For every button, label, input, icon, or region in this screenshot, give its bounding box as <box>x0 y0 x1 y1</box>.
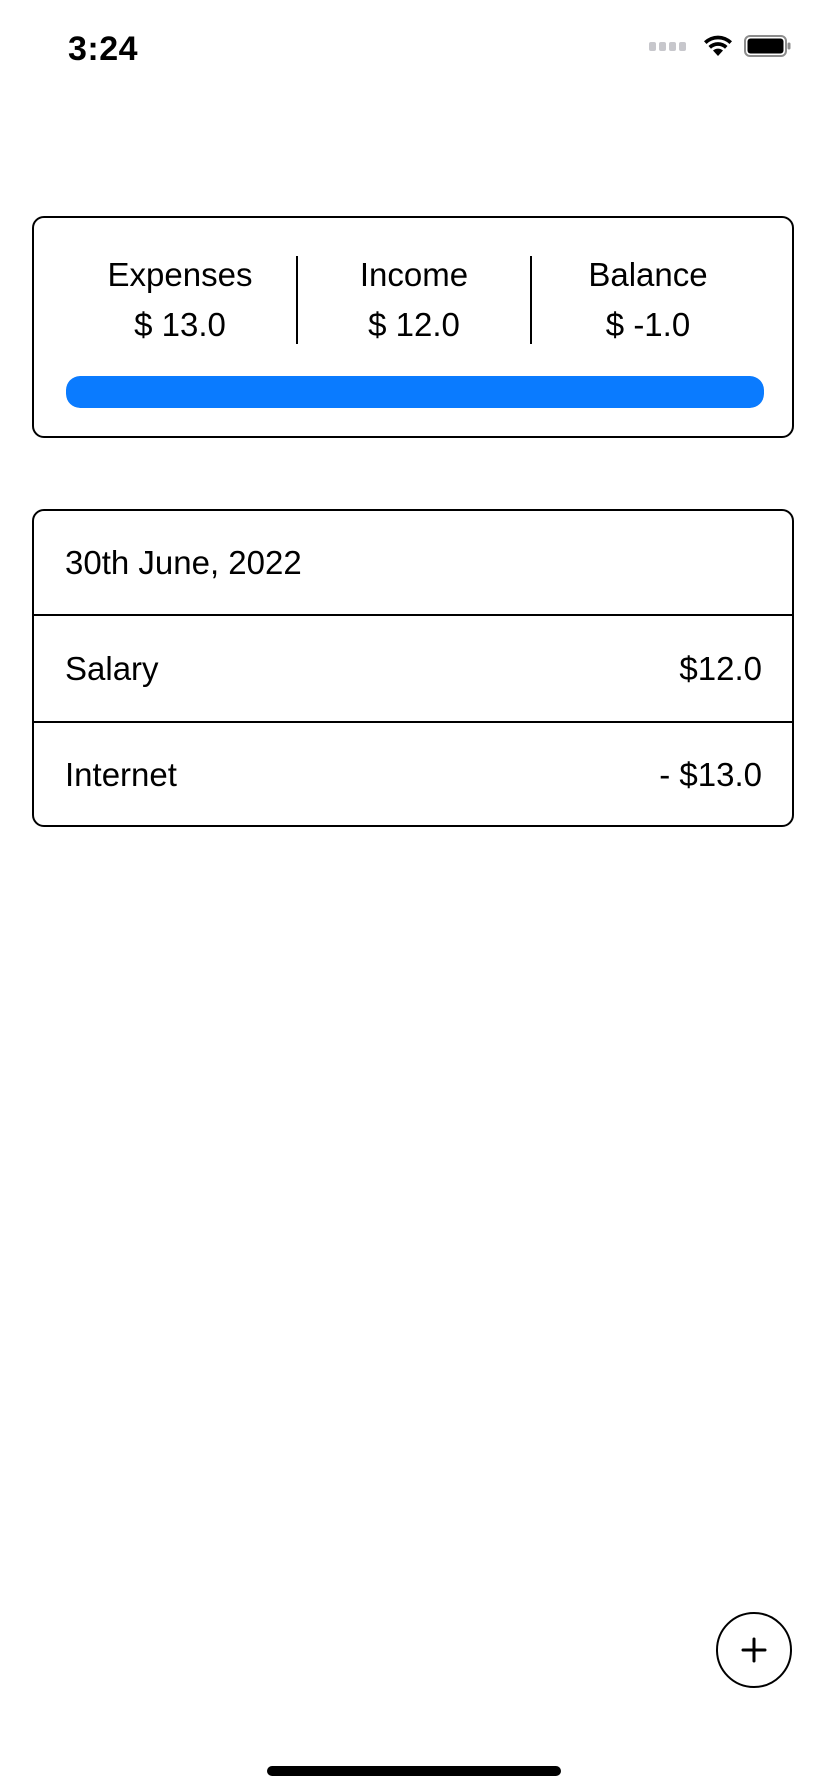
budget-progress-fill <box>66 376 764 408</box>
expenses-summary: Expenses $ 13.0 <box>64 256 296 344</box>
status-icons <box>649 34 792 58</box>
add-transaction-button[interactable] <box>716 1612 792 1688</box>
income-summary: Income $ 12.0 <box>298 256 530 344</box>
balance-summary: Balance $ -1.0 <box>532 256 764 344</box>
summary-columns: Expenses $ 13.0 Income $ 12.0 Balance $ … <box>64 256 764 344</box>
status-bar: 3:24 <box>0 0 828 100</box>
summary-card: Expenses $ 13.0 Income $ 12.0 Balance $ … <box>32 216 794 438</box>
transaction-row[interactable]: Salary $12.0 <box>34 616 792 721</box>
cellular-signal-icon <box>649 41 686 51</box>
wifi-icon <box>704 35 732 56</box>
battery-icon <box>744 35 791 57</box>
home-indicator <box>267 1766 561 1776</box>
expenses-label: Expenses <box>107 256 253 293</box>
transaction-name: Internet <box>65 755 177 793</box>
balance-label: Balance <box>588 256 708 293</box>
transactions-card: 30th June, 2022 Salary $12.0 Internet - … <box>32 509 794 827</box>
budget-progress-bar <box>66 376 764 408</box>
status-time: 3:24 <box>68 30 139 68</box>
transaction-amount: $12.0 <box>679 649 762 687</box>
transaction-row[interactable]: Internet - $13.0 <box>34 721 792 825</box>
expenses-value: $ 13.0 <box>134 306 226 343</box>
transaction-amount: - $13.0 <box>659 755 762 793</box>
income-value: $ 12.0 <box>368 306 460 343</box>
transaction-date-header: 30th June, 2022 <box>34 511 792 616</box>
transaction-name: Salary <box>65 649 159 687</box>
income-label: Income <box>359 256 469 293</box>
plus-icon <box>741 1637 767 1663</box>
balance-value: $ -1.0 <box>605 306 691 343</box>
